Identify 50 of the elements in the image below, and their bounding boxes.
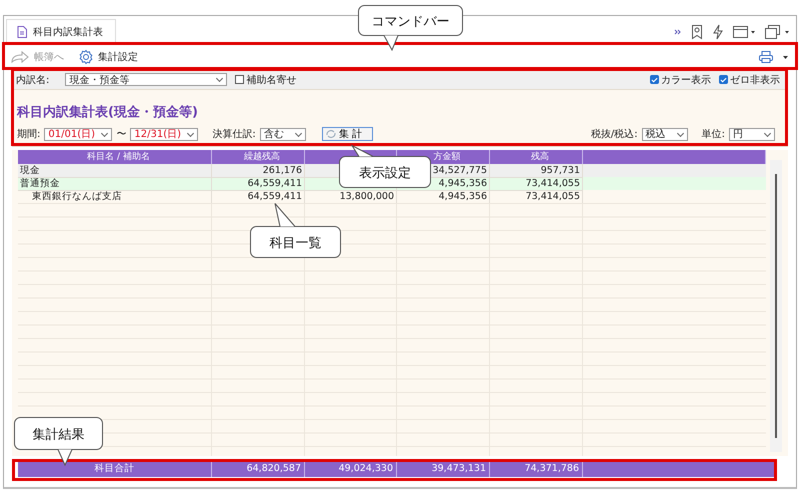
tax-dropdown[interactable]: 税込 xyxy=(642,128,688,140)
table-cell: 4,945,356 xyxy=(397,190,490,204)
document-tab[interactable]: 科目内訳集計表 xyxy=(6,19,116,44)
window-icon[interactable] xyxy=(732,25,756,39)
windows-icon[interactable] xyxy=(764,24,790,40)
checkbox[interactable] xyxy=(235,75,244,84)
tax-label: 税抜/税込: xyxy=(590,128,638,141)
table-cell: 東西銀行なんば支店 xyxy=(18,190,212,204)
checkbox[interactable] xyxy=(650,75,659,84)
breakdown-dropdown[interactable]: 現金・預金等 xyxy=(65,73,228,86)
period-label: 期間: xyxy=(17,128,40,141)
settings-button[interactable]: 集計設定 xyxy=(76,47,140,67)
checkbox-label: ゼロ非表示 xyxy=(730,74,780,86)
end-date-dropdown[interactable]: 12/31(日) xyxy=(130,128,198,140)
checkbox-label: カラー表示 xyxy=(661,74,711,86)
unit-dropdown[interactable]: 円 xyxy=(729,128,775,140)
callout-tooltip: 科目一覧 xyxy=(250,203,341,258)
callout-tooltip: コマンドバー xyxy=(358,5,463,51)
checkbox[interactable] xyxy=(719,75,728,84)
checkbox-label: 補助名寄せ xyxy=(246,74,296,86)
column-header[interactable]: 科目名 / 補助名 xyxy=(87,152,150,162)
total-cell: 39,473,131 xyxy=(397,461,490,477)
report-title: 科目内訳集計表(現金・預金等) xyxy=(17,104,199,121)
table-cell: 13,800,000 xyxy=(305,190,397,204)
start-date-dropdown[interactable]: 01/01(日) xyxy=(44,128,112,140)
column-header[interactable]: 繰越残高 xyxy=(244,152,280,162)
settings-icon xyxy=(78,49,94,65)
closing-entries-label: 決算仕訳: xyxy=(212,128,256,141)
table-cell: 73,414,055 xyxy=(490,190,583,204)
table-cell: 64,559,411 xyxy=(212,190,305,204)
refresh-icon xyxy=(324,129,337,139)
total-cell: 49,024,330 xyxy=(305,461,397,477)
total-cell: 64,820,587 xyxy=(212,461,305,477)
lightning-icon[interactable] xyxy=(712,24,724,40)
total-cell: 74,371,786 xyxy=(490,461,583,477)
column-header[interactable]: 残高 xyxy=(531,152,549,162)
breakdown-label: 内訳名: xyxy=(16,74,50,86)
caret-icon[interactable] xyxy=(782,53,790,61)
range-tilde: 〜 xyxy=(116,128,126,141)
document-icon xyxy=(17,26,27,38)
unit-label: 単位: xyxy=(702,128,725,141)
aggregate-button[interactable]: 集 計 xyxy=(322,127,373,141)
arrow-icon xyxy=(10,50,30,64)
printer-icon[interactable] xyxy=(758,50,774,64)
scrollbar[interactable] xyxy=(770,160,782,452)
overflow-icon[interactable] xyxy=(674,28,682,36)
closing-entries-dropdown[interactable]: 含む xyxy=(260,128,306,140)
callout-tooltip: 表示設定 xyxy=(339,145,431,188)
column-header[interactable]: 方金額 xyxy=(434,152,460,162)
bookmark-icon[interactable] xyxy=(690,24,704,40)
